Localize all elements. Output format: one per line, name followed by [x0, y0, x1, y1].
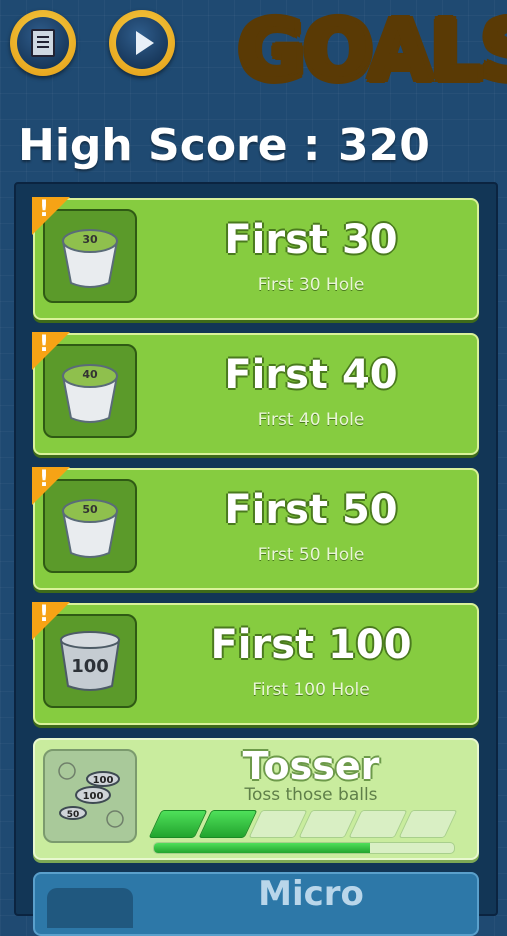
game-logo: GOALS [238, 6, 507, 98]
achievement-card-micro[interactable]: Micro [33, 872, 479, 936]
progress-segment [298, 810, 358, 838]
achievement-subtitle: Toss those balls [244, 785, 378, 805]
achievement-card-first-40[interactable]: 40 ! First 40 First 40 Hole [32, 332, 479, 455]
bucket-label: 100 [71, 656, 109, 677]
new-badge-icon [32, 197, 70, 235]
progress-bar-fill [154, 843, 370, 853]
progress-segments [148, 810, 458, 838]
high-score-value: 320 [338, 120, 430, 171]
achievement-subtitle: First 40 Hole [257, 410, 365, 430]
new-badge-icon [32, 332, 70, 370]
progress-segment [348, 810, 408, 838]
svg-text:100: 100 [83, 791, 104, 802]
progress-segment [248, 810, 308, 838]
achievement-title: First 100 [210, 622, 412, 668]
progress-segment [198, 810, 258, 838]
achievement-card-tosser[interactable]: 100 100 50 Tosser Toss those balls [33, 738, 479, 860]
achievement-title: Tosser [242, 744, 380, 788]
achievement-card-first-100[interactable]: 100 ! First 100 First 100 Hole [32, 602, 479, 725]
bucket-label: 40 [82, 368, 98, 381]
achievement-title: Micro [258, 874, 364, 914]
achievement-subtitle: First 30 Hole [257, 275, 365, 295]
buckets-target-icon: 100 100 50 [43, 749, 137, 843]
achievement-title: First 30 [224, 217, 398, 263]
progress-segment [148, 810, 208, 838]
high-score-label: High Score : [18, 120, 321, 171]
new-badge-icon [32, 467, 70, 505]
progress-segment [398, 810, 458, 838]
achievement-subtitle: First 100 Hole [252, 680, 370, 700]
play-button[interactable] [109, 10, 175, 76]
svg-text:100: 100 [93, 775, 114, 786]
achievement-subtitle: First 50 Hole [257, 545, 365, 565]
achievement-title: First 40 [224, 352, 398, 398]
menu-button[interactable] [10, 10, 76, 76]
bucket-label: 50 [82, 503, 98, 516]
high-score: High Score : 320 [18, 116, 488, 176]
achievement-icon [47, 888, 133, 928]
svg-text:50: 50 [67, 810, 80, 820]
achievement-card-first-30[interactable]: 30 ! First 30 First 30 Hole [32, 197, 479, 320]
new-badge-icon [32, 602, 70, 640]
play-icon [116, 17, 168, 69]
achievement-title: First 50 [224, 487, 398, 533]
menu-list-icon [17, 17, 69, 69]
achievement-card-first-50[interactable]: 50 ! First 50 First 50 Hole [32, 467, 479, 590]
progress-bar [153, 842, 455, 854]
bucket-label: 30 [82, 233, 98, 246]
